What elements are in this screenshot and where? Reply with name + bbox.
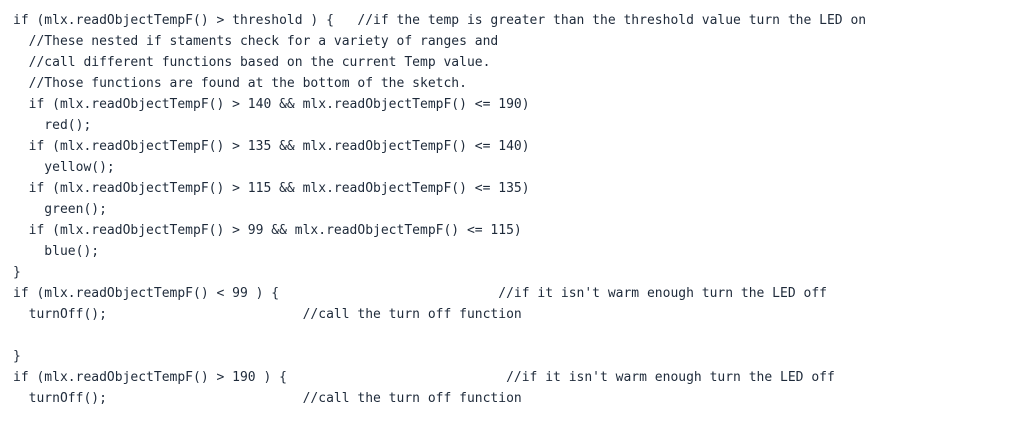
code-line: } bbox=[13, 265, 21, 280]
code-line: if (mlx.readObjectTempF() > threshold ) … bbox=[13, 13, 867, 28]
code-line: } bbox=[13, 349, 21, 364]
code-line: if (mlx.readObjectTempF() > 115 && mlx.r… bbox=[13, 181, 530, 196]
code-line: turnOff(); //call the turn off function bbox=[13, 391, 522, 406]
code-line: if (mlx.readObjectTempF() > 135 && mlx.r… bbox=[13, 139, 530, 154]
code-listing: if (mlx.readObjectTempF() > threshold ) … bbox=[13, 10, 866, 409]
code-line: if (mlx.readObjectTempF() < 99 ) { //if … bbox=[13, 286, 827, 301]
code-line: //These nested if staments check for a v… bbox=[13, 34, 499, 49]
code-line: blue(); bbox=[13, 244, 100, 259]
code-line: if (mlx.readObjectTempF() > 140 && mlx.r… bbox=[13, 97, 530, 112]
code-line: yellow(); bbox=[13, 160, 115, 175]
code-line: //call different functions based on the … bbox=[13, 55, 491, 70]
code-line: red(); bbox=[13, 118, 92, 133]
code-line: turnOff(); //call the turn off function bbox=[13, 307, 522, 322]
code-line: green(); bbox=[13, 202, 107, 217]
code-line: if (mlx.readObjectTempF() > 190 ) { //if… bbox=[13, 370, 835, 385]
code-line: if (mlx.readObjectTempF() > 99 && mlx.re… bbox=[13, 223, 522, 238]
code-line: //Those functions are found at the botto… bbox=[13, 76, 467, 91]
